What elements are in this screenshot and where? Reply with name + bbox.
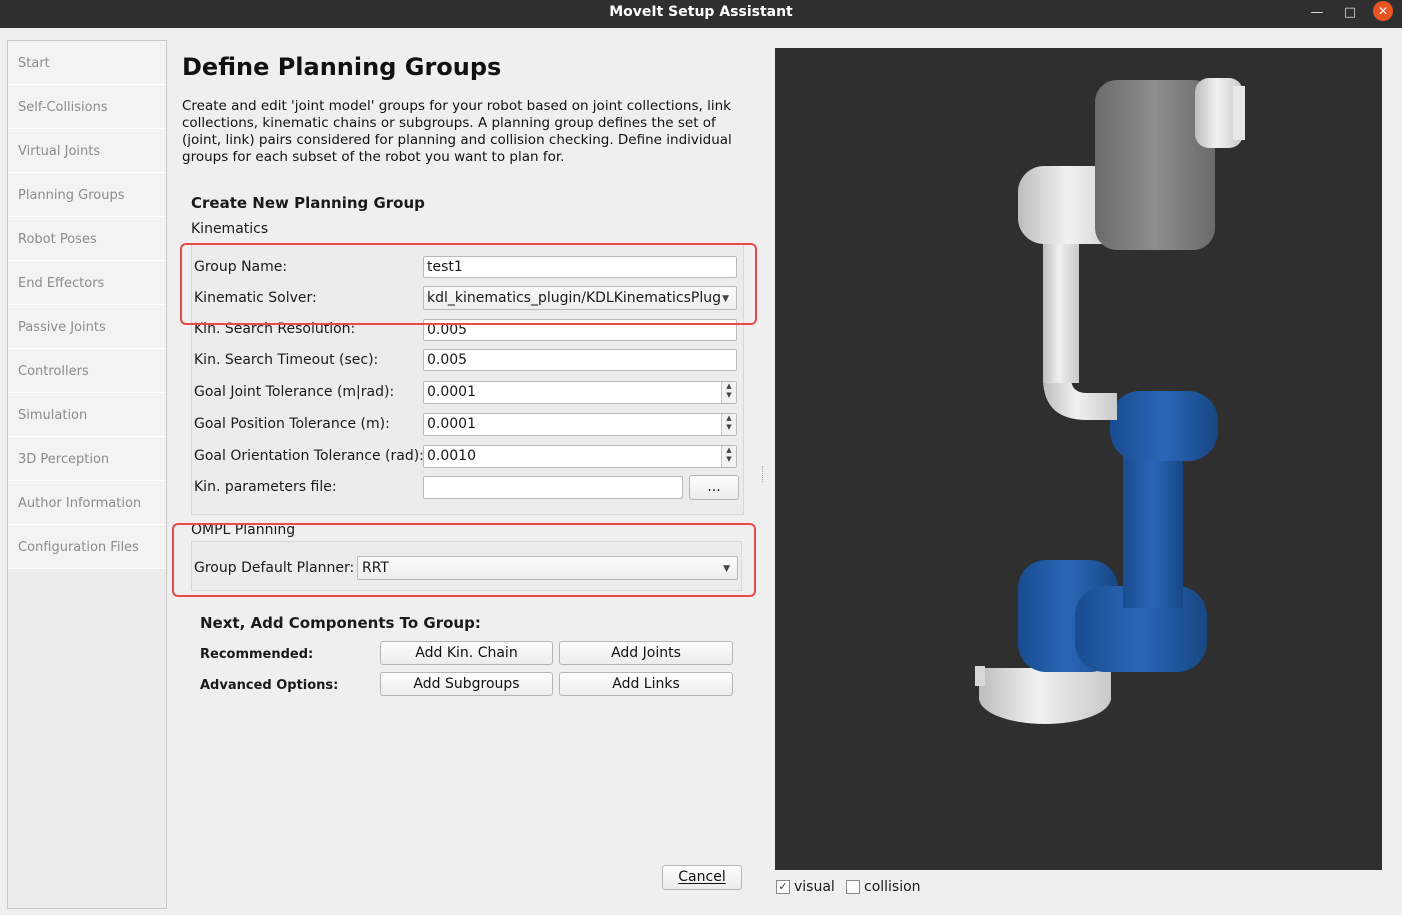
sidebar-item-configuration-files[interactable]: Configuration Files	[8, 525, 166, 569]
spin-arrows-icon[interactable]: ▲ ▼	[721, 414, 736, 435]
sidebar-item-end-effectors[interactable]: End Effectors	[8, 261, 166, 305]
navigation-sidebar: Start Self-Collisions Virtual Joints Pla…	[7, 40, 167, 909]
sidebar-item-author-information[interactable]: Author Information	[8, 481, 166, 525]
checkmark-icon: ✓	[778, 880, 788, 893]
annotation-highlight-kinematics	[180, 243, 757, 325]
collision-checkbox[interactable]	[846, 880, 860, 894]
position-tolerance-value: 0.0001	[427, 416, 476, 432]
orientation-tolerance-spinbox[interactable]: 0.0010 ▲ ▼	[423, 445, 737, 468]
collision-label: collision	[864, 879, 921, 895]
orientation-tolerance-label: Goal Orientation Tolerance (rad):	[194, 448, 424, 464]
sidebar-item-self-collisions[interactable]: Self-Collisions	[8, 85, 166, 129]
orientation-tolerance-value: 0.0010	[427, 448, 476, 464]
cancel-button[interactable]: Cancel	[662, 865, 742, 890]
browse-button[interactable]: ...	[689, 475, 739, 500]
cancel-label: Cancel	[678, 869, 726, 885]
sidebar-item-robot-poses[interactable]: Robot Poses	[8, 217, 166, 261]
page-description: Create and edit 'joint model' groups for…	[182, 98, 732, 165]
position-tolerance-label: Goal Position Tolerance (m):	[194, 416, 390, 432]
add-components-title: Next, Add Components To Group:	[200, 614, 481, 632]
parameters-file-input[interactable]	[423, 476, 683, 499]
window-titlebar: MoveIt Setup Assistant — □ ✕	[0, 0, 1402, 28]
sidebar-item-controllers[interactable]: Controllers	[8, 349, 166, 393]
spin-arrows-icon[interactable]: ▲ ▼	[721, 446, 736, 467]
splitter-handle[interactable]	[762, 466, 765, 482]
minimize-icon[interactable]: —	[1306, 2, 1328, 24]
add-links-button[interactable]: Add Links	[559, 672, 733, 696]
spin-arrows-icon[interactable]: ▲ ▼	[721, 382, 736, 403]
search-timeout-label: Kin. Search Timeout (sec):	[194, 352, 379, 368]
robot-3d-viewer[interactable]	[775, 48, 1382, 870]
add-kin-chain-button[interactable]: Add Kin. Chain	[380, 641, 553, 665]
annotation-highlight-ompl	[172, 523, 756, 597]
sidebar-item-passive-joints[interactable]: Passive Joints	[8, 305, 166, 349]
search-timeout-input[interactable]: 0.005	[423, 349, 737, 371]
window-title: MoveIt Setup Assistant	[609, 4, 793, 20]
robot-arm-model	[975, 78, 1245, 724]
position-tolerance-spinbox[interactable]: 0.0001 ▲ ▼	[423, 413, 737, 436]
maximize-icon[interactable]: □	[1339, 2, 1361, 24]
sidebar-item-simulation[interactable]: Simulation	[8, 393, 166, 437]
sidebar-item-3d-perception[interactable]: 3D Perception	[8, 437, 166, 481]
add-subgroups-button[interactable]: Add Subgroups	[380, 672, 553, 696]
parameters-file-label: Kin. parameters file:	[194, 479, 337, 495]
visual-label: visual	[794, 879, 835, 895]
recommended-label: Recommended:	[200, 647, 314, 662]
kinematics-title: Kinematics	[191, 221, 269, 237]
sidebar-item-planning-groups[interactable]: Planning Groups	[8, 173, 166, 217]
add-joints-button[interactable]: Add Joints	[559, 641, 733, 665]
joint-tolerance-value: 0.0001	[427, 384, 476, 400]
advanced-options-label: Advanced Options:	[200, 678, 339, 693]
sidebar-item-virtual-joints[interactable]: Virtual Joints	[8, 129, 166, 173]
visual-checkbox[interactable]: ✓	[776, 880, 790, 894]
joint-tolerance-label: Goal Joint Tolerance (m|rad):	[194, 384, 395, 400]
sidebar-item-start[interactable]: Start	[8, 41, 166, 85]
joint-tolerance-spinbox[interactable]: 0.0001 ▲ ▼	[423, 381, 737, 404]
create-group-title: Create New Planning Group	[191, 194, 425, 212]
close-icon[interactable]: ✕	[1373, 1, 1393, 21]
page-title: Define Planning Groups	[182, 53, 502, 81]
